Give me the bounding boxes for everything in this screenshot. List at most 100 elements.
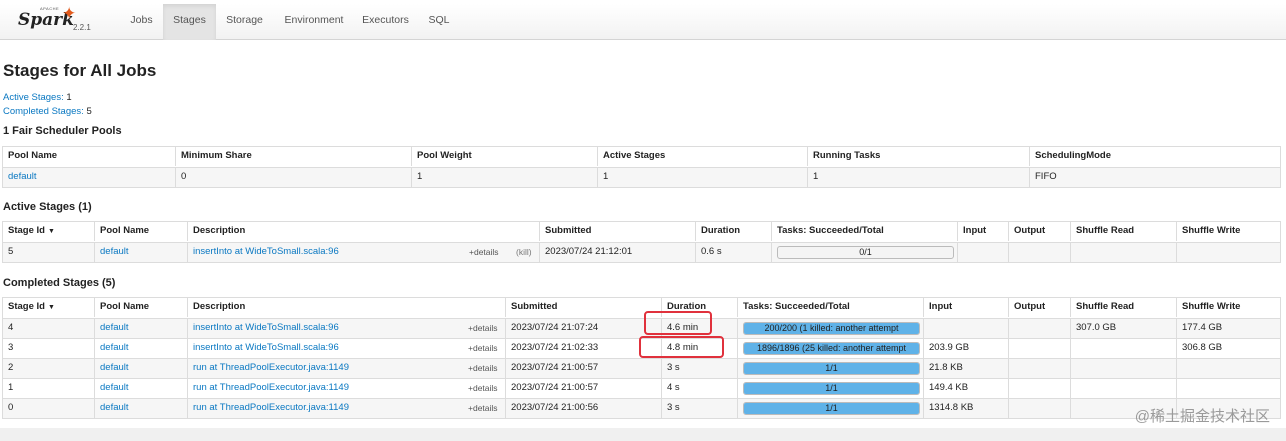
details-toggle[interactable]: +details (468, 379, 498, 397)
column-header[interactable]: Submitted (539, 222, 695, 241)
details-toggle[interactable]: +details (468, 399, 498, 417)
stage-description-link[interactable]: run at ThreadPoolExecutor.java:1149 (193, 382, 349, 393)
tab-jobs[interactable]: Jobs (121, 4, 162, 40)
output-size (1008, 319, 1070, 338)
tasks-cell: 1/1 (737, 399, 923, 418)
column-header[interactable]: Shuffle Write (1176, 222, 1280, 241)
progress-label: 1/1 (825, 363, 838, 373)
column-header[interactable]: Shuffle Write (1176, 298, 1280, 317)
details-toggle[interactable]: +details (469, 243, 499, 261)
pools-table: Pool Name Minimum Share Pool Weight Acti… (2, 146, 1281, 188)
pool-link[interactable]: default (100, 246, 129, 257)
pool-name-link[interactable]: default (8, 171, 37, 182)
details-toggle[interactable]: +details (468, 359, 498, 377)
submitted-time: 2023/07/24 21:12:01 (539, 243, 695, 262)
column-header[interactable]: Description (187, 222, 539, 241)
tab-executors[interactable]: Executors (356, 4, 415, 40)
column-header[interactable]: Duration (695, 222, 771, 241)
kill-link[interactable]: (kill) (516, 243, 532, 261)
pool-link[interactable]: default (100, 402, 129, 413)
output-size (1008, 243, 1070, 262)
input-size: 21.8 KB (923, 359, 1008, 378)
shuffle-read (1070, 379, 1176, 398)
tab-storage[interactable]: Storage (218, 4, 271, 40)
table-row: 4 default insertInto at WideToSmall.scala:… (3, 318, 1280, 338)
tasks-progress-bar: 1896/1896 (25 killed: another attempt (743, 342, 920, 355)
tasks-progress-bar: 200/200 (1 killed: another attempt (743, 322, 920, 335)
progress-label: 1/1 (825, 383, 838, 393)
active-stages-summary: Active Stages: 1 (3, 92, 72, 103)
tab-environment[interactable]: Environment (275, 4, 353, 40)
tasks-cell: 0/1 (771, 243, 957, 262)
stage-description-link[interactable]: run at ThreadPoolExecutor.java:1149 (193, 362, 349, 373)
stage-description-link[interactable]: run at ThreadPoolExecutor.java:1149 (193, 402, 349, 413)
duration-highlight-box (644, 311, 712, 335)
column-header[interactable]: Description (187, 298, 505, 317)
column-header[interactable]: Output (1008, 298, 1070, 317)
submitted-time: 2023/07/24 21:02:33 (505, 339, 661, 358)
duration: 4 s (661, 379, 737, 398)
column-header[interactable]: Input (923, 298, 1008, 317)
pool-link[interactable]: default (100, 382, 129, 393)
spark-version: 2.2.1 (73, 23, 91, 32)
column-header-stage-id[interactable]: Stage Id ▼ (3, 298, 94, 317)
completed-stages-link[interactable]: Completed Stages: (3, 106, 84, 117)
scheduling-mode: FIFO (1029, 168, 1280, 187)
stage-description-link[interactable]: insertInto at WideToSmall.scala:96 (193, 322, 339, 333)
pool-link[interactable]: default (100, 342, 129, 353)
column-header[interactable]: Input (957, 222, 1008, 241)
active-stages-table: Stage Id ▼ Pool Name Description Submitte… (2, 221, 1281, 263)
progress-label: 1/1 (825, 403, 838, 413)
active-stages-title: Active Stages (1) (3, 201, 92, 213)
tab-sql[interactable]: SQL (419, 4, 459, 40)
duration-highlight-box (639, 336, 724, 358)
shuffle-write (1176, 379, 1280, 398)
top-navbar: APACHE Spark ✦ 2.2.1 Jobs Stages Storage… (0, 4, 1286, 40)
spark-star-icon: ✦ (62, 4, 77, 23)
column-header[interactable]: Pool Name (3, 147, 175, 166)
column-header-stage-id[interactable]: Stage Id ▼ (3, 222, 94, 241)
stage-description-link[interactable]: insertInto at WideToSmall.scala:96 (193, 246, 339, 257)
column-header[interactable]: Shuffle Read (1070, 298, 1176, 317)
column-header[interactable]: Active Stages (597, 147, 807, 166)
column-header[interactable]: Pool Name (94, 298, 187, 317)
sort-down-icon: ▼ (47, 228, 55, 235)
output-size (1008, 379, 1070, 398)
shuffle-read (1070, 243, 1176, 262)
column-header[interactable]: Pool Weight (411, 147, 597, 166)
column-header[interactable]: Submitted (505, 298, 661, 317)
details-toggle[interactable]: +details (468, 339, 498, 357)
column-header[interactable]: Minimum Share (175, 147, 411, 166)
column-header[interactable]: SchedulingMode (1029, 147, 1280, 166)
active-stages-count: 1 (66, 92, 72, 103)
sort-down-icon: ▼ (47, 304, 55, 311)
table-header-row: Stage Id ▼ Pool Name Description Submitte… (3, 222, 1280, 242)
shuffle-write (1176, 359, 1280, 378)
tasks-progress-bar: 1/1 (743, 402, 920, 415)
stage-id: 0 (8, 402, 14, 413)
tab-stages[interactable]: Stages (163, 4, 216, 40)
bottom-strip (0, 428, 1286, 441)
active-stages-link[interactable]: Active Stages: (3, 92, 64, 103)
pool-link[interactable]: default (100, 362, 129, 373)
pool-link[interactable]: default (100, 322, 129, 333)
pool-active-stages: 1 (597, 168, 807, 187)
tasks-progress-bar: 1/1 (743, 362, 920, 375)
input-size: 149.4 KB (923, 379, 1008, 398)
stage-id: 1 (8, 382, 14, 393)
details-toggle[interactable]: +details (468, 319, 498, 337)
duration: 3 s (661, 399, 737, 418)
submitted-time: 2023/07/24 21:00:57 (505, 359, 661, 378)
column-header[interactable]: Pool Name (94, 222, 187, 241)
completed-stages-count: 5 (86, 106, 92, 117)
site-watermark: @稀土掘金技术社区 (1134, 408, 1270, 425)
stage-description-link[interactable]: insertInto at WideToSmall.scala:96 (193, 342, 339, 353)
input-size: 203.9 GB (923, 339, 1008, 358)
spark-logo[interactable]: APACHE Spark ✦ 2.2.1 (14, 4, 99, 40)
column-header[interactable]: Output (1008, 222, 1070, 241)
tasks-cell: 200/200 (1 killed: another attempt (737, 319, 923, 338)
column-header[interactable]: Shuffle Read (1070, 222, 1176, 241)
column-header[interactable]: Tasks: Succeeded/Total (771, 222, 957, 241)
column-header[interactable]: Running Tasks (807, 147, 1029, 166)
column-header[interactable]: Tasks: Succeeded/Total (737, 298, 923, 317)
